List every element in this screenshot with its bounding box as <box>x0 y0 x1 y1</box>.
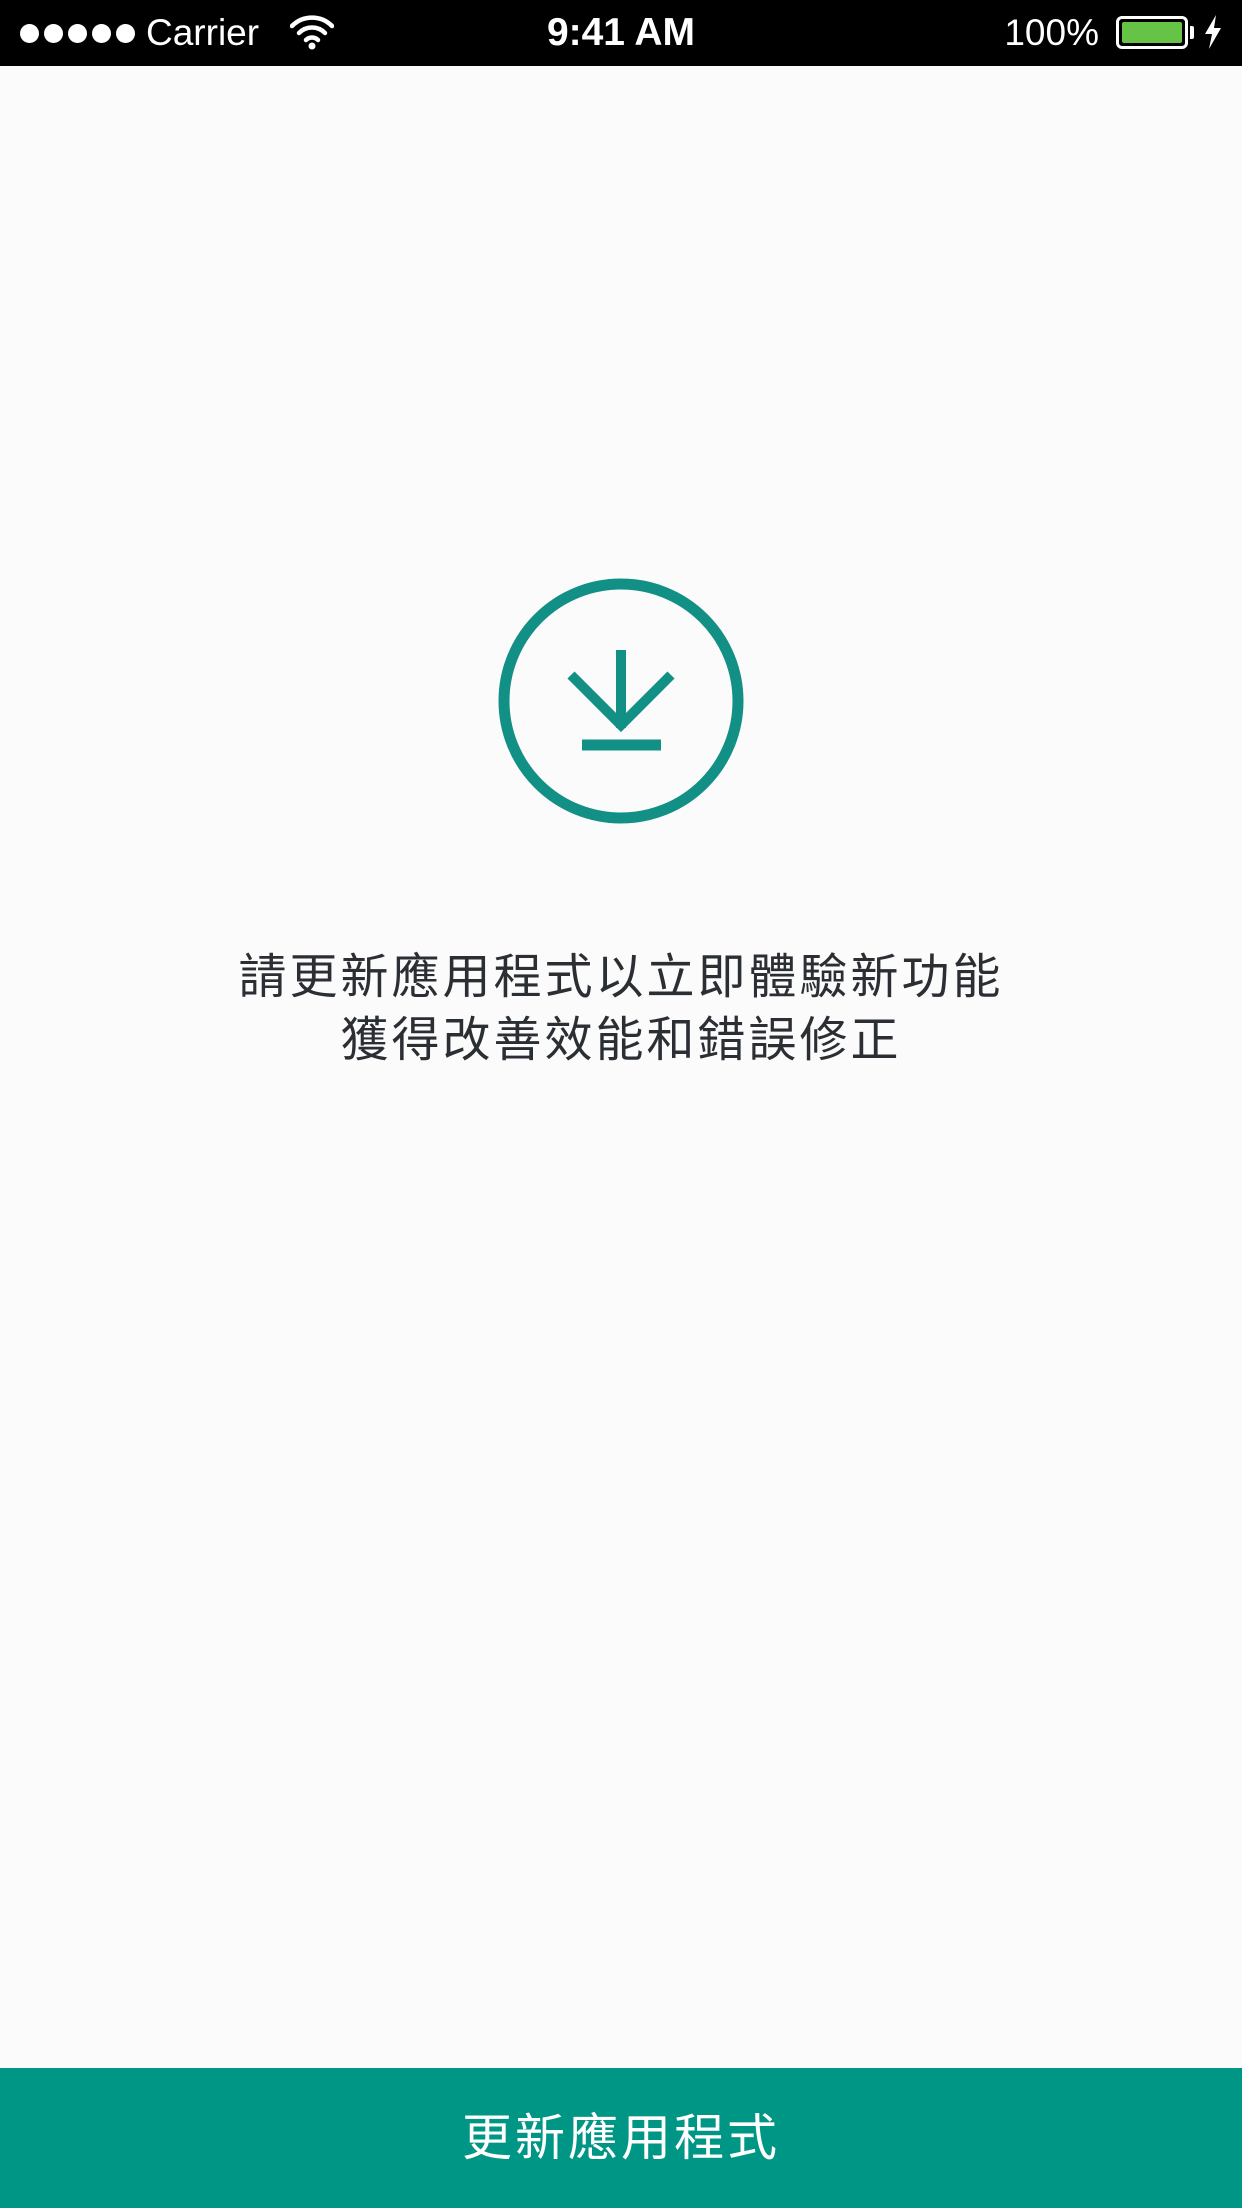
battery-tip <box>1190 26 1194 39</box>
update-required-screen: Carrier 9:41 AM 100% 請更新應用程式以立即體驗新功能 獲得改… <box>0 0 1242 2208</box>
message-line-2: 獲得改善效能和錯誤修正 <box>340 1012 902 1068</box>
download-icon <box>498 578 744 824</box>
status-bar: Carrier 9:41 AM 100% <box>0 0 1242 66</box>
charging-bolt-icon <box>1205 15 1221 49</box>
battery-icon <box>1116 16 1188 49</box>
update-message: 請更新應用程式以立即體驗新功能 獲得改善效能和錯誤修正 <box>0 946 1242 1072</box>
message-line-1: 請更新應用程式以立即體驗新功能 <box>238 949 1004 1005</box>
update-app-button[interactable]: 更新應用程式 <box>0 2068 1242 2208</box>
battery-percentage: 100% <box>1004 12 1099 53</box>
battery-level-fill <box>1122 22 1182 43</box>
